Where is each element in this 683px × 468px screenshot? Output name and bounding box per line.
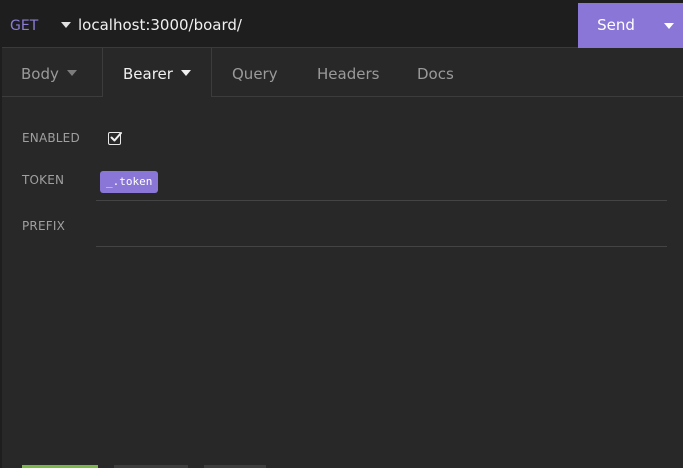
enabled-checkbox[interactable] bbox=[108, 132, 122, 145]
url-input[interactable] bbox=[78, 10, 568, 40]
tab-headers-label: Headers bbox=[317, 65, 380, 83]
send-options-button[interactable] bbox=[654, 3, 683, 48]
tab-body[interactable]: Body bbox=[2, 48, 102, 96]
prefix-label: PREFIX bbox=[22, 219, 66, 233]
tab-query-label: Query bbox=[232, 65, 278, 83]
send-button[interactable]: Send bbox=[578, 3, 654, 48]
tab-body-label: Body bbox=[21, 65, 59, 83]
prefix-input[interactable] bbox=[98, 212, 664, 240]
checkmark-icon bbox=[110, 132, 122, 142]
tab-docs-label: Docs bbox=[417, 65, 454, 83]
tab-headers[interactable]: Headers bbox=[317, 48, 379, 96]
token-label: TOKEN bbox=[22, 173, 65, 187]
chevron-down-icon bbox=[66, 69, 77, 76]
url-bar: GET Send bbox=[2, 0, 683, 48]
request-panel: GET Send Body Bearer Query Headers Docs … bbox=[0, 0, 683, 468]
tab-bearer[interactable]: Bearer bbox=[102, 48, 212, 97]
enabled-label: ENABLED bbox=[22, 131, 80, 145]
tab-query[interactable]: Query bbox=[232, 48, 278, 96]
chevron-down-icon bbox=[664, 23, 674, 29]
method-caret-icon[interactable] bbox=[61, 22, 71, 28]
chevron-down-icon bbox=[180, 69, 191, 76]
tab-docs[interactable]: Docs bbox=[417, 48, 454, 96]
method-dropdown[interactable]: GET bbox=[10, 0, 52, 48]
request-tabs: Body Bearer Query Headers Docs bbox=[2, 48, 683, 97]
tab-bearer-label: Bearer bbox=[123, 65, 173, 83]
prefix-field-underline bbox=[96, 246, 667, 247]
token-field-underline bbox=[96, 200, 667, 201]
send-label: Send bbox=[597, 16, 635, 34]
token-variable-tag[interactable]: _.token bbox=[100, 171, 159, 193]
method-label: GET bbox=[10, 18, 39, 34]
